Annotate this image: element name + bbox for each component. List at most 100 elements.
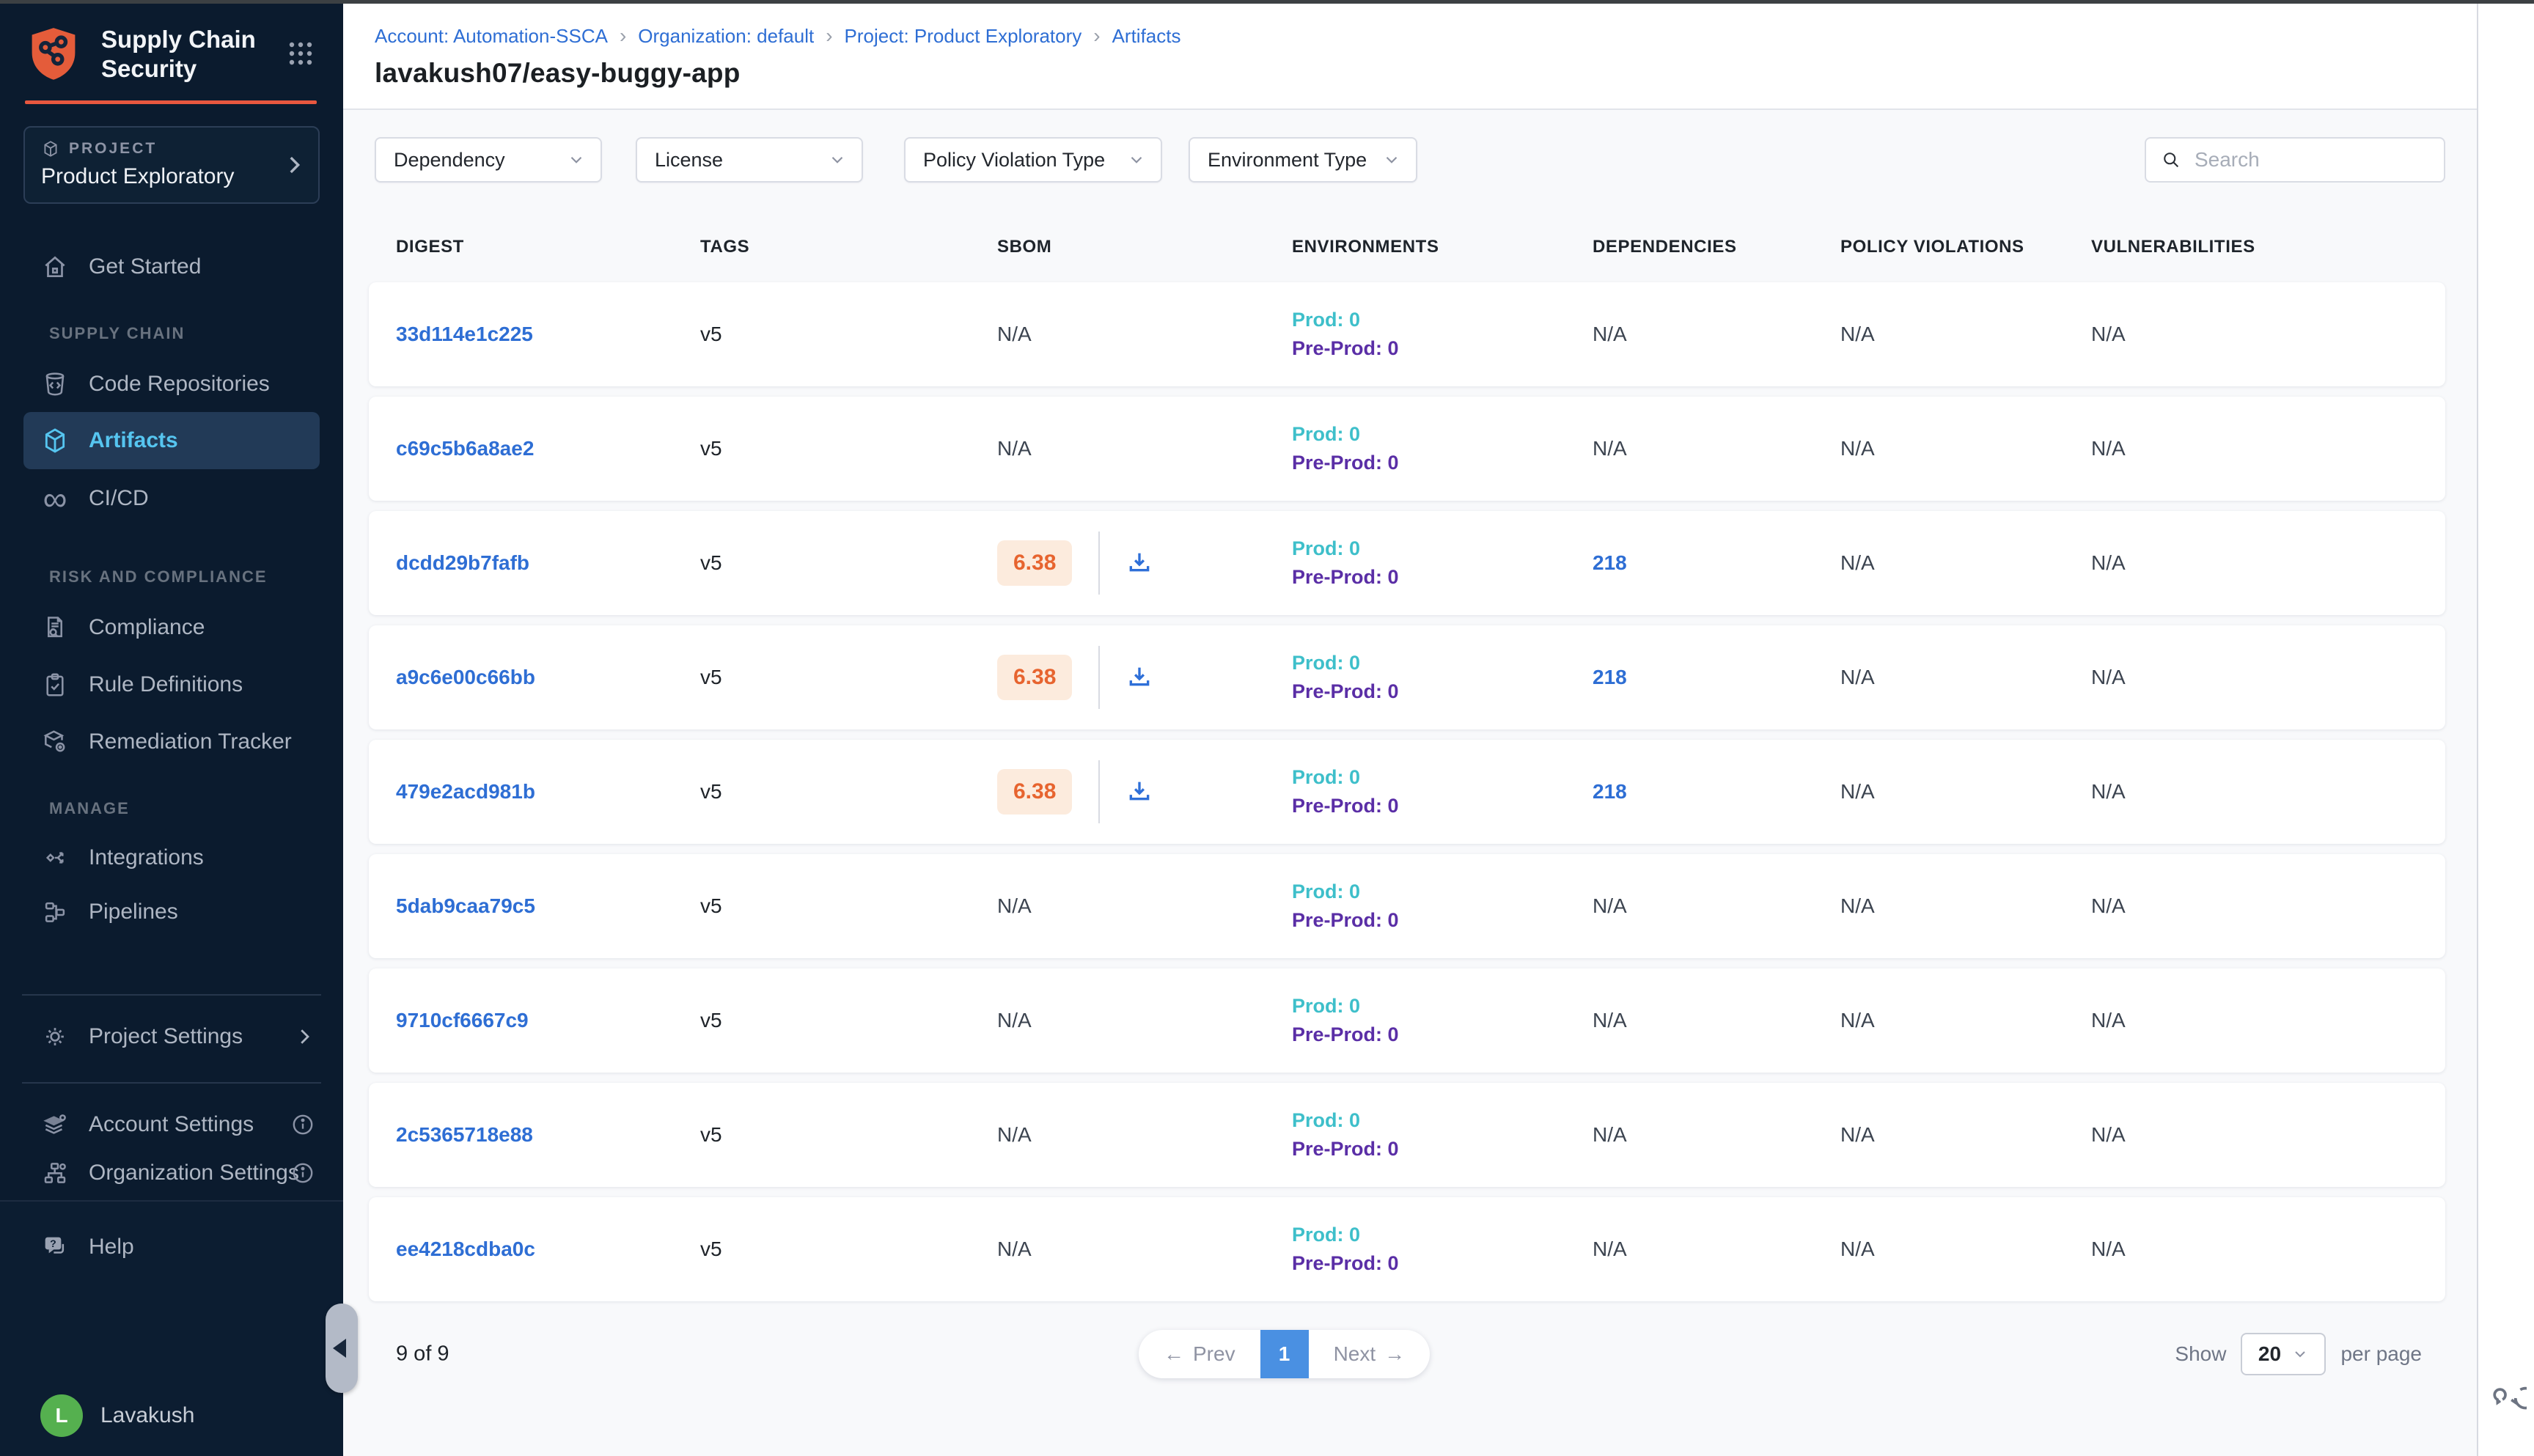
policy-violations-value: N/A bbox=[1840, 894, 2091, 918]
digest-link[interactable]: ee4218cdba0c bbox=[396, 1238, 535, 1260]
dependencies-link[interactable]: 218 bbox=[1593, 780, 1627, 803]
policy-violations-value: N/A bbox=[1840, 323, 2091, 346]
sidebar-item-help[interactable]: ? Help bbox=[0, 1224, 343, 1271]
col-vulnerabilities: VULNERABILITIES bbox=[2091, 237, 2445, 257]
page-size-select[interactable]: 20 bbox=[2241, 1333, 2326, 1375]
sidebar-item-project-settings[interactable]: Project Settings bbox=[0, 1013, 343, 1060]
sidebar-item-get-started[interactable]: Get Started bbox=[0, 243, 343, 290]
dependencies-link[interactable]: 218 bbox=[1593, 551, 1627, 574]
sidebar-item-label: Get Started bbox=[89, 254, 201, 279]
project-selector[interactable]: PROJECT Product Exploratory bbox=[23, 126, 320, 204]
sbom-score-badge: 6.38 bbox=[997, 655, 1072, 700]
breadcrumb-project[interactable]: Project: Product Exploratory bbox=[845, 25, 1082, 48]
sbom-download-icon[interactable] bbox=[1125, 777, 1154, 806]
info-icon[interactable] bbox=[290, 1112, 315, 1137]
col-digest: DIGEST bbox=[396, 237, 700, 257]
section-label-supply-chain: SUPPLY CHAIN bbox=[0, 324, 343, 343]
col-policy-violations: POLICY VIOLATIONS bbox=[1840, 237, 2091, 257]
sbom-value: N/A bbox=[997, 1238, 1292, 1261]
policy-violations-value: N/A bbox=[1840, 437, 2091, 460]
sidebar-item-pipelines[interactable]: Pipelines bbox=[0, 889, 343, 935]
table-row[interactable]: 33d114e1c225 v5 N/A Prod: 0 Pre-Prod: 0 … bbox=[369, 282, 2445, 386]
sbom-download-icon[interactable] bbox=[1125, 548, 1154, 578]
clipboard-check-icon bbox=[40, 670, 70, 699]
environments-cell: Prod: 0 Pre-Prod: 0 bbox=[1292, 768, 1593, 816]
vulnerabilities-value: N/A bbox=[2091, 1009, 2445, 1032]
col-sbom: SBOM bbox=[997, 237, 1292, 257]
sidebar-item-compliance[interactable]: Compliance bbox=[0, 604, 343, 651]
module-title: Supply Chain Security bbox=[101, 25, 256, 84]
tag-value: v5 bbox=[700, 1123, 997, 1147]
chevron-down-icon bbox=[567, 150, 586, 169]
code-repo-icon bbox=[40, 369, 70, 399]
digest-link[interactable]: 5dab9caa79c5 bbox=[396, 894, 535, 917]
table-row[interactable]: dcdd29b7fafb v5 6.38 Prod: 0 Pre-Prod: 0… bbox=[369, 511, 2445, 615]
sidebar-item-remediation-tracker[interactable]: Remediation Tracker bbox=[0, 718, 343, 765]
digest-link[interactable]: 479e2acd981b bbox=[396, 780, 535, 803]
divider bbox=[22, 994, 321, 996]
sidebar-item-label: Rule Definitions bbox=[89, 672, 243, 697]
sidebar-item-artifacts[interactable]: Artifacts bbox=[23, 412, 320, 469]
breadcrumb-separator: › bbox=[1093, 24, 1100, 48]
table-row[interactable]: ee4218cdba0c v5 N/A Prod: 0 Pre-Prod: 0 … bbox=[369, 1197, 2445, 1301]
dependencies-link[interactable]: 218 bbox=[1593, 666, 1627, 688]
table-row[interactable]: c69c5b6a8ae2 v5 N/A Prod: 0 Pre-Prod: 0 … bbox=[369, 397, 2445, 501]
sidebar-item-integrations[interactable]: Integrations bbox=[0, 834, 343, 881]
chat-support-icon[interactable] bbox=[2489, 1375, 2527, 1413]
sidebar-footer: ? Help L Lavakush bbox=[0, 1200, 343, 1456]
table-row[interactable]: 5dab9caa79c5 v5 N/A Prod: 0 Pre-Prod: 0 … bbox=[369, 854, 2445, 958]
artifact-table: 33d114e1c225 v5 N/A Prod: 0 Pre-Prod: 0 … bbox=[369, 282, 2445, 1301]
prod-count: Prod: 0 bbox=[1292, 539, 1593, 559]
table-row[interactable]: a9c6e00c66bb v5 6.38 Prod: 0 Pre-Prod: 0… bbox=[369, 625, 2445, 729]
table-row[interactable]: 2c5365718e88 v5 N/A Prod: 0 Pre-Prod: 0 … bbox=[369, 1083, 2445, 1187]
breadcrumb-separator: › bbox=[826, 24, 832, 48]
breadcrumb-artifacts[interactable]: Artifacts bbox=[1112, 25, 1181, 48]
preprod-count: Pre-Prod: 0 bbox=[1292, 911, 1593, 930]
prev-page-button[interactable]: ← Prev bbox=[1139, 1330, 1260, 1378]
sbom-download-icon[interactable] bbox=[1125, 663, 1154, 692]
vulnerabilities-value: N/A bbox=[2091, 323, 2445, 346]
sidebar-item-label: Remediation Tracker bbox=[89, 729, 292, 754]
sidebar-collapse-handle[interactable] bbox=[326, 1304, 358, 1393]
info-icon[interactable] bbox=[290, 1161, 315, 1185]
sidebar-item-rule-definitions[interactable]: Rule Definitions bbox=[0, 661, 343, 708]
breadcrumb-account[interactable]: Account: Automation-SSCA bbox=[375, 25, 608, 48]
svg-text:?: ? bbox=[50, 1238, 56, 1250]
sidebar-item-account-settings[interactable]: Account Settings bbox=[0, 1101, 343, 1148]
breadcrumb: Account: Automation-SSCA › Organization:… bbox=[375, 24, 2477, 48]
digest-link[interactable]: c69c5b6a8ae2 bbox=[396, 437, 534, 460]
digest-link[interactable]: 33d114e1c225 bbox=[396, 323, 533, 345]
sbom-score-badge: 6.38 bbox=[997, 769, 1072, 815]
table-row[interactable]: 9710cf6667c9 v5 N/A Prod: 0 Pre-Prod: 0 … bbox=[369, 968, 2445, 1073]
collapse-left-icon bbox=[333, 1339, 346, 1358]
prod-count: Prod: 0 bbox=[1292, 768, 1593, 787]
divider bbox=[22, 1082, 321, 1084]
pagination-summary: 9 of 9 bbox=[396, 1342, 449, 1367]
search-input[interactable] bbox=[2195, 148, 2429, 172]
user-menu[interactable]: L Lavakush bbox=[40, 1394, 194, 1437]
browser-top-strip bbox=[0, 0, 2534, 4]
digest-link[interactable]: 2c5365718e88 bbox=[396, 1123, 533, 1146]
current-page-button[interactable]: 1 bbox=[1260, 1330, 1309, 1378]
table-row[interactable]: 479e2acd981b v5 6.38 Prod: 0 Pre-Prod: 0… bbox=[369, 740, 2445, 844]
policy-violations-value: N/A bbox=[1840, 1123, 2091, 1147]
digest-link[interactable]: dcdd29b7fafb bbox=[396, 551, 529, 574]
dependencies-value: N/A bbox=[1593, 437, 1840, 460]
app-grid-icon[interactable] bbox=[283, 36, 318, 71]
sidebar-item-code-repositories[interactable]: Code Repositories bbox=[0, 361, 343, 408]
filter-environment-type[interactable]: Environment Type bbox=[1189, 137, 1417, 183]
sidebar-item-cicd[interactable]: ∞ CI/CD bbox=[0, 475, 343, 522]
sbom-cell: 6.38 bbox=[997, 532, 1292, 595]
vulnerabilities-value: N/A bbox=[2091, 437, 2445, 460]
filter-license[interactable]: License bbox=[636, 137, 863, 183]
digest-link[interactable]: 9710cf6667c9 bbox=[396, 1009, 529, 1032]
filter-dependency[interactable]: Dependency bbox=[375, 137, 602, 183]
breadcrumb-organization[interactable]: Organization: default bbox=[638, 25, 814, 48]
policy-violations-value: N/A bbox=[1840, 666, 2091, 689]
sidebar-item-organization-settings[interactable]: Organization Settings bbox=[0, 1150, 343, 1196]
next-page-button[interactable]: Next → bbox=[1309, 1330, 1431, 1378]
digest-link[interactable]: a9c6e00c66bb bbox=[396, 666, 535, 688]
page-size-controls: Show 20 per page bbox=[2175, 1333, 2422, 1375]
filter-policy-violation-type[interactable]: Policy Violation Type bbox=[904, 137, 1162, 183]
preprod-count: Pre-Prod: 0 bbox=[1292, 453, 1593, 473]
